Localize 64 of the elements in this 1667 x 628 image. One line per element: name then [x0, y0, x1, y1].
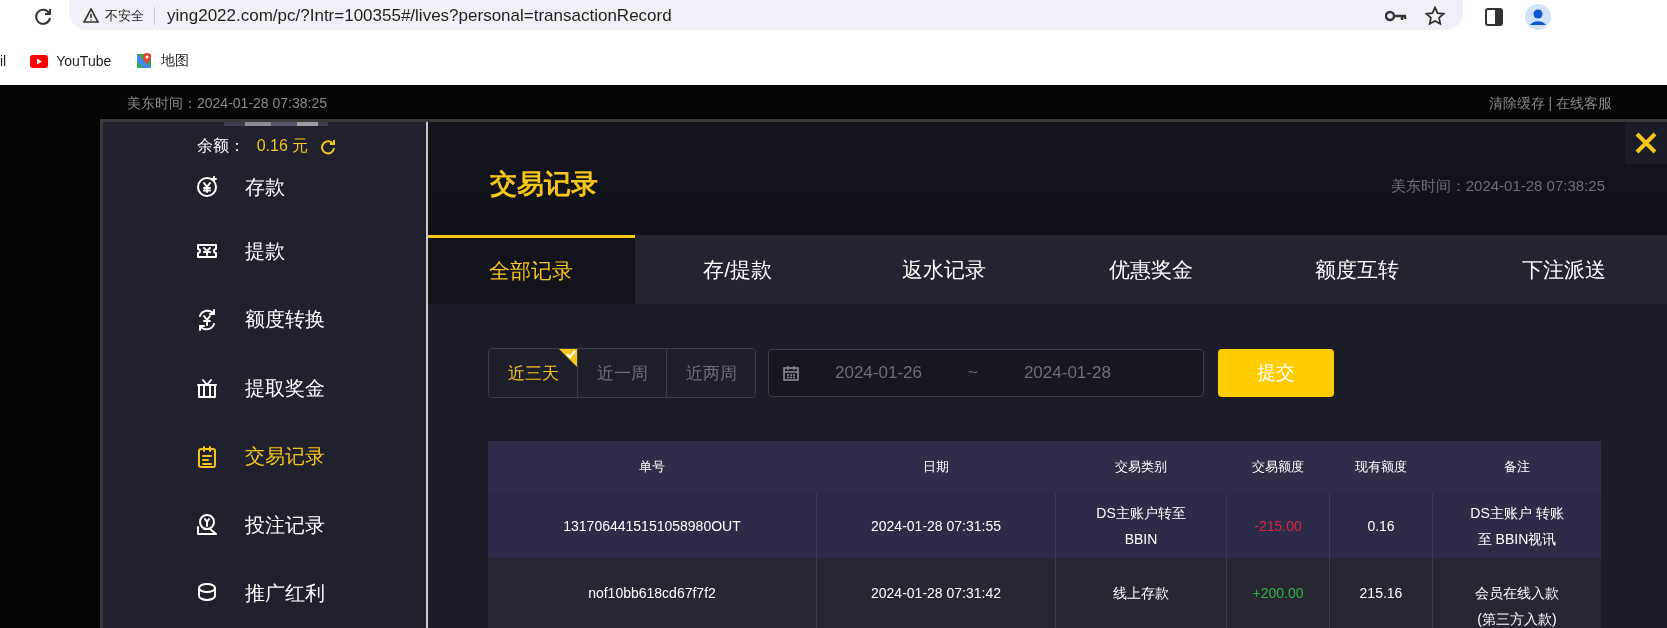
table-cell: 1317064415151058980OUT [488, 493, 816, 558]
hand-coin-icon [195, 513, 219, 538]
sidebar-item[interactable]: 推广红利 [103, 559, 426, 628]
balance-label: 余额： [196, 136, 245, 156]
panel-title: 交易记录 [490, 167, 598, 201]
calendar-icon[interactable] [783, 365, 799, 381]
end-date-field[interactable]: 2024-01-28 [1023, 363, 1111, 383]
column-header: 交易类别 [1055, 441, 1226, 493]
key-icon[interactable] [1385, 8, 1407, 23]
sidebar-item[interactable]: 提款 [103, 217, 426, 286]
date-range-option[interactable]: 近三天 [489, 349, 577, 397]
table-cell: 215.16 [1329, 558, 1432, 628]
column-header: 交易额度 [1226, 441, 1329, 493]
table-cell: 0.16 [1329, 493, 1432, 558]
table-cell: nof10bb618cd67f7f2 [488, 558, 816, 628]
page-header-links: 清除缓存 | 在线客服 [1488, 94, 1612, 113]
gift-icon [195, 376, 219, 401]
bookmark-link[interactable]: il [0, 53, 19, 69]
close-icon [1634, 131, 1658, 155]
security-warning[interactable]: 不安全 [83, 6, 155, 25]
check-corner-icon [559, 349, 577, 367]
close-button[interactable] [1625, 122, 1667, 164]
tab[interactable]: 返水记录 [841, 235, 1048, 304]
yuan-coin-icon [195, 175, 219, 199]
url-text: ying2022.com/pc/?Intr=100355#/lives?personal=transactionRecord [167, 5, 672, 26]
column-header: 单号 [488, 441, 816, 493]
table-cell: 会员在线入款(第三方入款) [1432, 558, 1601, 628]
eastern-time-text: 美东时间：2024-01-28 07:38:25 [1390, 176, 1605, 196]
video-play-icon [30, 54, 49, 68]
table-cell: 线上存款 [1055, 558, 1226, 628]
sidebar-item[interactable]: 交易记录 [103, 422, 426, 491]
table-cell: -215.00 [1226, 493, 1329, 558]
bookmark-link[interactable]: 地图 [123, 52, 202, 70]
warning-icon [83, 8, 99, 23]
side-panel-icon[interactable] [1485, 7, 1503, 26]
table-cell: 2024-01-28 07:31:55 [816, 493, 1055, 558]
tab[interactable]: 下注派送 [1460, 235, 1667, 304]
tab[interactable]: 优惠奖金 [1047, 235, 1254, 304]
sidebar-item[interactable]: 存款 [103, 157, 426, 217]
balance-amount: 0.16 元 [256, 136, 309, 156]
clipboard-icon [195, 444, 219, 469]
profile-icon[interactable] [1525, 3, 1551, 30]
map-pin-icon [135, 52, 154, 70]
table-cell: DS主账户转至BBIN [1055, 493, 1226, 558]
range-separator: ~ [967, 363, 978, 383]
sidebar-item[interactable]: 额度转换 [103, 285, 426, 354]
sidebar-item[interactable]: 投注记录 [103, 491, 426, 560]
tab[interactable]: 存/提款 [634, 235, 841, 304]
table-cell: +200.00 [1226, 558, 1329, 628]
start-date-field[interactable]: 2024-01-26 [835, 363, 922, 383]
table-cell: 2024-01-28 07:31:42 [816, 558, 1055, 628]
table-cell: DS主账户 转账至 BBIN视讯 [1432, 493, 1601, 558]
column-header: 现有额度 [1329, 441, 1432, 493]
tab[interactable]: 全部记录 [428, 235, 635, 304]
bookmark-link[interactable]: YouTube [18, 53, 124, 69]
column-header: 日期 [816, 441, 1055, 493]
page-time-text: 美东时间：2024-01-28 07:38:25 [127, 94, 327, 113]
tab[interactable]: 额度互转 [1254, 235, 1461, 304]
sidebar-item[interactable]: 提取奖金 [103, 354, 426, 423]
star-icon[interactable] [1425, 5, 1445, 26]
column-header: 备注 [1432, 441, 1601, 493]
address-bar[interactable]: 不安全 ying2022.com/pc/?Intr=100355#/lives?personal=transactionRecord [69, 0, 1463, 30]
refresh-icon[interactable] [320, 138, 337, 155]
reload-icon[interactable] [33, 6, 53, 27]
